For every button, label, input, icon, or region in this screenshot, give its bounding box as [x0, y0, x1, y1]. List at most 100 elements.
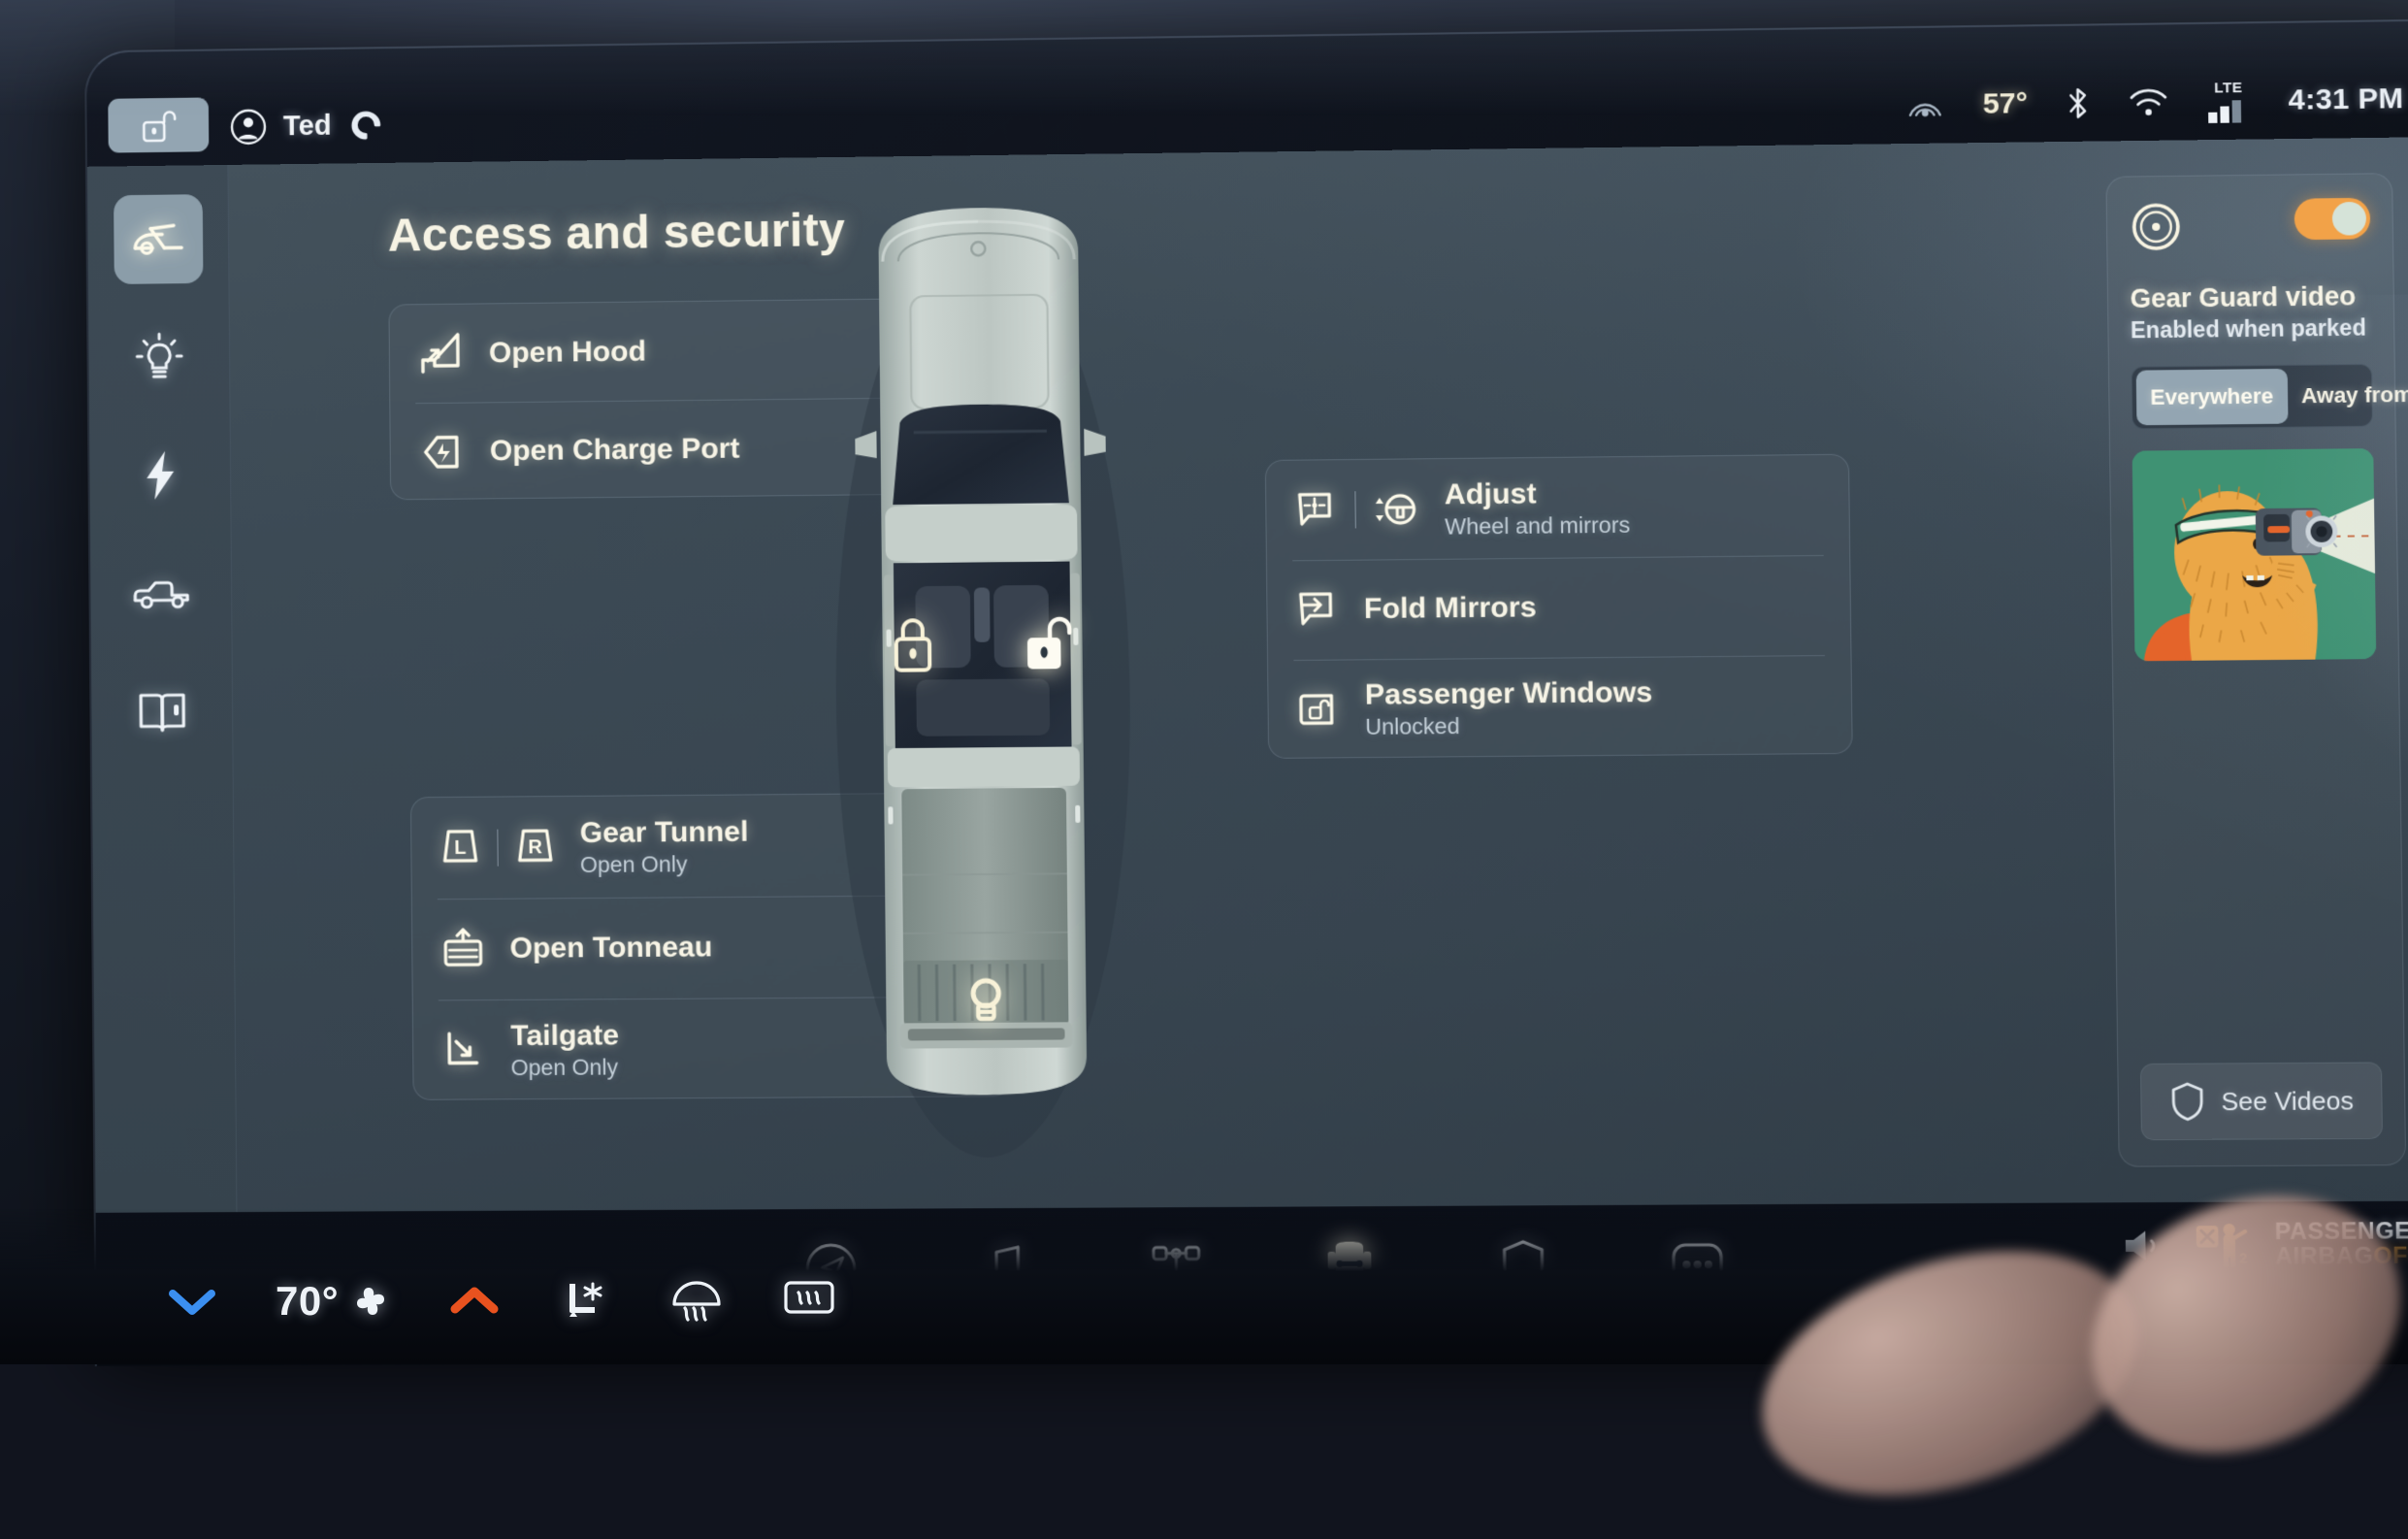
camera-lens-icon	[2129, 200, 2183, 253]
row-text: Passenger Windows Unlocked	[1365, 674, 1653, 740]
climate-bar: 70°	[116, 1238, 912, 1364]
vehicle-top-view	[772, 190, 1193, 1168]
window-lock-icon	[1294, 686, 1344, 734]
signal-bars-icon	[2206, 97, 2251, 123]
gear-guard-mascot	[2132, 448, 2377, 661]
avatar[interactable]	[230, 109, 267, 146]
row-icons	[1294, 686, 1344, 734]
toggle-knob	[2332, 202, 2366, 236]
driver-temperature: 70°	[276, 1278, 339, 1325]
shield-icon	[2169, 1081, 2206, 1123]
gear-guard-subtitle: Enabled when parked	[2131, 315, 2372, 345]
row-icons	[1291, 485, 1422, 534]
row-text: Tailgate Open Only	[510, 1018, 619, 1082]
lightbulb-icon	[134, 331, 184, 383]
segment-everywhere[interactable]: Everywhere	[2136, 369, 2288, 425]
tailgate-icon	[439, 1026, 490, 1074]
action-subtitle: Open Only	[580, 851, 749, 879]
sidebar-item-lights[interactable]	[114, 312, 204, 403]
passenger-windows-row[interactable]: Passenger Windows Unlocked	[1268, 655, 1852, 759]
fold-mirrors-row[interactable]: Fold Mirrors	[1267, 555, 1851, 660]
bed-light-button[interactable]	[962, 971, 1010, 1031]
adjust-row[interactable]: Adjust Wheel and mirrors	[1266, 455, 1849, 561]
bolt-icon	[139, 448, 181, 503]
front-defrost-icon[interactable]	[668, 1275, 725, 1327]
gear-tunnel-left-button[interactable]: L	[437, 821, 484, 874]
row-text: Gear Tunnel Open Only	[580, 814, 749, 879]
see-videos-label: See Videos	[2221, 1086, 2354, 1117]
action-subtitle: Wheel and mirrors	[1445, 511, 1630, 540]
action-title: Passenger Windows	[1365, 674, 1653, 711]
action-title: Open Tonneau	[509, 931, 712, 966]
gear-tunnel-right-icon: R	[511, 821, 559, 869]
svg-text:R: R	[528, 836, 542, 858]
row-text: Open Charge Port	[490, 431, 740, 468]
clock: 4:31 PM	[2288, 82, 2403, 117]
row-text: Open Tonneau	[509, 931, 712, 966]
lightbulb-icon	[962, 971, 1010, 1027]
hood-open-icon	[129, 214, 187, 264]
content-area: Access and security Open Hood	[228, 137, 2408, 1212]
hood-icon	[415, 328, 469, 379]
network-label: LTE	[2214, 80, 2242, 97]
action-title: Open Hood	[489, 334, 646, 370]
gear-tunnel-left-icon: L	[437, 821, 484, 869]
chevron-up-icon[interactable]	[447, 1282, 502, 1321]
row-text: Adjust Wheel and mirrors	[1445, 475, 1631, 540]
seat-cool-icon[interactable]	[558, 1274, 612, 1328]
row-icons	[439, 1026, 490, 1074]
gear-guard-thumbnail[interactable]	[2132, 448, 2377, 661]
gear-guard-segmented-control: Everywhere Away from Home	[2131, 364, 2373, 429]
see-videos-button[interactable]: See Videos	[2140, 1062, 2383, 1140]
steering-wheel-icon	[1370, 485, 1423, 533]
status-bar-right: 57° LTE 4:31 PM	[1904, 61, 2403, 144]
segment-away-from-home[interactable]: Away from Home	[2287, 367, 2408, 424]
bluetooth-icon	[2066, 84, 2090, 122]
vehicle-lock-controls	[777, 611, 1189, 677]
sidebar	[87, 165, 237, 1213]
row-text: Fold Mirrors	[1364, 590, 1537, 626]
row-icons: L R	[437, 821, 559, 875]
action-subtitle: Open Only	[511, 1054, 620, 1081]
driver-temperature-control[interactable]: 70°	[276, 1278, 391, 1325]
charge-port-icon	[416, 426, 470, 477]
row-text: Open Hood	[489, 334, 646, 370]
row-icons	[438, 926, 489, 972]
action-subtitle: Unlocked	[1365, 711, 1653, 740]
driver-name: Ted	[283, 110, 332, 143]
mirror-adjust-icon	[1291, 486, 1341, 534]
outside-temperature: 57°	[1982, 87, 2028, 121]
book-icon	[136, 688, 188, 735]
fan-icon	[350, 1281, 391, 1322]
infotainment-display: Ted 57°	[84, 19, 2408, 1366]
action-title: Fold Mirrors	[1364, 590, 1537, 626]
action-title: Open Charge Port	[490, 431, 740, 468]
gear-guard-header	[2129, 198, 2370, 254]
row-icons	[1293, 586, 1343, 634]
unlock-vehicle-button[interactable]	[108, 97, 209, 152]
sidebar-item-manual[interactable]	[117, 667, 208, 757]
rear-defrost-icon[interactable]	[781, 1277, 837, 1326]
gear-tunnel-right-button[interactable]: R	[511, 821, 559, 874]
lock-closed-icon[interactable]	[886, 613, 939, 676]
chevron-down-icon[interactable]	[165, 1282, 219, 1321]
wifi-icon	[2127, 85, 2169, 119]
sidebar-item-charging[interactable]	[115, 430, 205, 520]
status-bar-left: Ted	[230, 87, 383, 165]
mirror-actions-card: Adjust Wheel and mirrors Fold Mirr	[1265, 454, 1853, 759]
gear-guard-toggle[interactable]	[2294, 198, 2371, 240]
row-icons	[415, 328, 469, 379]
tonneau-icon	[438, 926, 489, 972]
app-surface: Access and security Open Hood	[87, 137, 2408, 1213]
divider	[1354, 491, 1355, 528]
network-indicator: LTE	[2206, 80, 2251, 123]
alexa-icon[interactable]	[348, 108, 383, 143]
lock-open-icon[interactable]	[1022, 612, 1079, 675]
sidebar-item-access-and-security[interactable]	[114, 194, 203, 284]
gear-guard-panel: Gear Guard video Enabled when parked Eve…	[2105, 173, 2406, 1167]
radar-icon	[1905, 88, 1945, 122]
truck-icon	[131, 574, 191, 612]
photo-environment: Ted 57°	[0, 0, 2408, 1364]
sidebar-item-vehicle[interactable]	[116, 548, 206, 639]
action-title: Adjust	[1445, 475, 1630, 512]
